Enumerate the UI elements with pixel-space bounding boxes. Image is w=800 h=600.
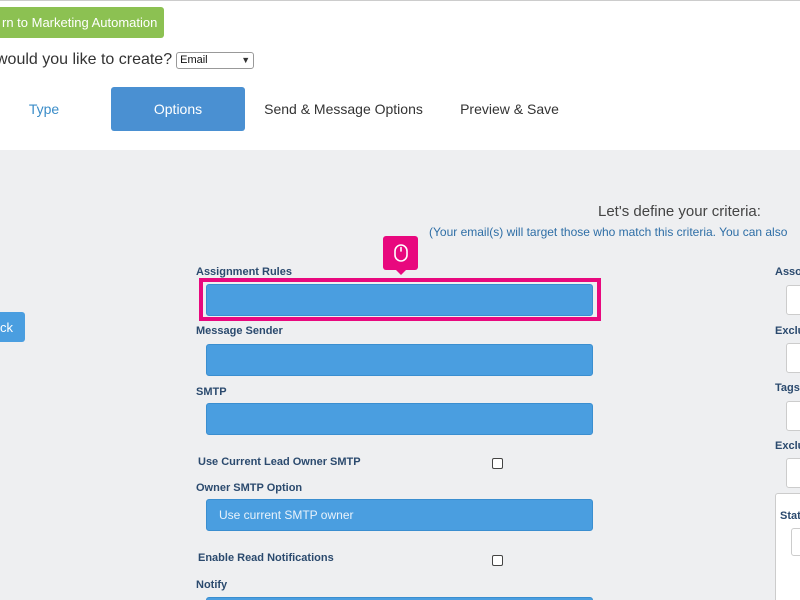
- assignment-rules-label: Assignment Rules: [196, 266, 292, 278]
- associated-label: Asso: [775, 266, 800, 278]
- create-type-select-value: Email: [180, 54, 208, 66]
- back-button[interactable]: ck: [0, 312, 25, 342]
- associated-input[interactable]: [786, 285, 800, 315]
- message-sender-label: Message Sender: [196, 325, 283, 337]
- tab-options[interactable]: Options: [111, 87, 245, 131]
- tab-type[interactable]: Type: [0, 87, 108, 131]
- owner-smtp-option-label: Owner SMTP Option: [196, 482, 303, 494]
- top-border: [0, 0, 800, 1]
- create-question-label: would you like to create?: [0, 51, 173, 68]
- chevron-down-icon: ▼: [241, 55, 251, 65]
- smtp-label: SMTP: [196, 386, 227, 398]
- click-target-highlight: [199, 278, 601, 321]
- message-sender-select[interactable]: [206, 344, 593, 376]
- tags-label: Tags: [775, 382, 800, 394]
- tags-input[interactable]: [786, 401, 800, 431]
- owner-smtp-option-select[interactable]: Use current SMTP owner: [206, 499, 593, 531]
- criteria-title: Let's define your criteria:: [598, 203, 761, 220]
- use-current-lead-owner-smtp-checkbox[interactable]: [492, 458, 503, 469]
- smtp-select[interactable]: [206, 403, 593, 435]
- create-type-row: would you like to create? Email ▼: [0, 48, 255, 72]
- tab-send-message-options[interactable]: Send & Message Options: [248, 87, 439, 131]
- exclude-label-1: Exclu: [775, 325, 800, 337]
- status-label: Stat: [780, 510, 800, 522]
- use-current-lead-owner-smtp-label: Use Current Lead Owner SMTP: [198, 456, 361, 468]
- enable-read-notifications-label: Enable Read Notifications: [198, 552, 334, 564]
- exclude-input-2[interactable]: [786, 458, 800, 488]
- create-type-select[interactable]: Email ▼: [176, 51, 255, 69]
- enable-read-notifications-checkbox[interactable]: [492, 555, 503, 566]
- exclude-label-2: Exclu: [775, 440, 800, 452]
- status-input[interactable]: [791, 528, 800, 556]
- tab-preview-save[interactable]: Preview & Save: [442, 87, 577, 131]
- notify-label: Notify: [196, 579, 228, 591]
- owner-smtp-option-placeholder: Use current SMTP owner: [219, 508, 354, 522]
- criteria-subtitle: (Your email(s) will target those who mat…: [429, 225, 788, 239]
- exclude-input-1[interactable]: [786, 343, 800, 373]
- status-panel: Stat: [775, 493, 800, 600]
- wizard-tabs: Type Options Send & Message Options Prev…: [0, 85, 800, 135]
- return-to-marketing-automation-button[interactable]: rn to Marketing Automation: [0, 7, 164, 38]
- mouse-icon: [393, 244, 408, 262]
- mouse-click-badge: [383, 236, 418, 275]
